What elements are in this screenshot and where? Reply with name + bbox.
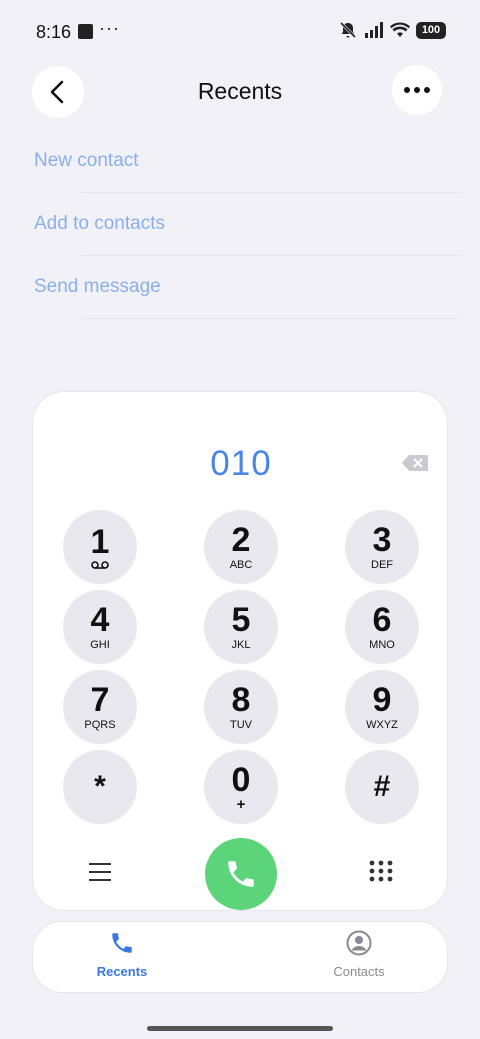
key-9[interactable]: 9 WXYZ (345, 670, 419, 744)
voicemail-icon (91, 561, 109, 569)
more-options-button[interactable] (392, 65, 442, 115)
key-4[interactable]: 4 GHI (63, 590, 137, 664)
status-time: 8:16 (36, 22, 72, 42)
key-2[interactable]: 2 ABC (204, 510, 278, 584)
key-letters: ABC (229, 559, 253, 571)
key-digit: 7 (90, 681, 110, 719)
silent-bell-icon (339, 21, 357, 39)
key-letters: WXYZ (366, 719, 398, 731)
dialer-panel: 010 1 2 ABC 3 DEF 4 GHI 5 JKL 6 MNO 7 PQ… (32, 391, 448, 911)
key-1[interactable]: 1 (63, 510, 137, 584)
number-actions-list: New contact Add to contacts Send message (0, 130, 480, 319)
key-6[interactable]: 6 MNO (345, 590, 419, 664)
phone-icon (112, 933, 132, 953)
key-7[interactable]: 7 PQRS (63, 670, 137, 744)
key-letters: MNO (369, 639, 395, 651)
key-digit: 8 (231, 681, 251, 719)
tab-recents[interactable]: Recents (62, 930, 182, 979)
action-label: Send message (34, 276, 161, 297)
key-letters: + (236, 796, 246, 813)
key-digit: * (94, 770, 106, 803)
key-letters: GHI (90, 639, 110, 651)
key-digit: 9 (372, 681, 392, 719)
dialer-bottom-row (33, 837, 449, 911)
notification-square-icon (78, 24, 93, 39)
key-digit: # (373, 770, 391, 803)
action-label: New contact (34, 150, 139, 171)
send-message-action[interactable]: Send message (0, 256, 480, 319)
header: Recents (0, 65, 480, 118)
status-icons: 100 (338, 20, 446, 40)
wifi-icon (390, 22, 410, 37)
new-contact-action[interactable]: New contact (0, 130, 480, 193)
key-digit: 3 (372, 521, 392, 559)
divider (82, 318, 460, 319)
key-0[interactable]: 0 + (204, 750, 278, 824)
key-letters: DEF (371, 559, 393, 571)
backspace-icon[interactable] (401, 454, 429, 472)
battery-icon: 100 (416, 21, 446, 39)
tab-contacts[interactable]: Contacts (299, 930, 419, 979)
more-dots-icon (404, 87, 430, 93)
person-icon (346, 930, 372, 956)
key-digit: 6 (372, 601, 392, 639)
key-3[interactable]: 3 DEF (345, 510, 419, 584)
keypad-grid-icon[interactable] (369, 859, 393, 887)
menu-icon[interactable] (87, 861, 113, 883)
key-letters: PQRS (84, 719, 116, 731)
key-letters: TUV (230, 719, 252, 731)
bottom-tab-bar: Recents Contacts (32, 921, 448, 993)
key-digit: 5 (231, 601, 251, 639)
dialed-number: 010 (210, 444, 272, 483)
key-8[interactable]: 8 TUV (204, 670, 278, 744)
call-button[interactable] (205, 838, 277, 910)
status-bar: 8:16 ··· 100 (0, 0, 480, 64)
key-digit: 0 (231, 761, 251, 799)
status-overflow: ··· (99, 18, 120, 38)
key-star[interactable]: * (63, 750, 137, 824)
tab-label: Recents (96, 964, 148, 979)
key-digit: 4 (90, 601, 110, 639)
key-hash[interactable]: # (345, 750, 419, 824)
signal-icon (365, 22, 383, 38)
add-to-contacts-action[interactable]: Add to contacts (0, 193, 480, 256)
key-digit: 2 (231, 521, 251, 559)
home-indicator[interactable] (147, 1026, 333, 1031)
key-letters: JKL (231, 639, 251, 651)
key-5[interactable]: 5 JKL (204, 590, 278, 664)
tab-label: Contacts (333, 964, 385, 979)
phone-icon (228, 861, 254, 887)
key-digit: 1 (90, 523, 110, 561)
action-label: Add to contacts (34, 213, 165, 234)
